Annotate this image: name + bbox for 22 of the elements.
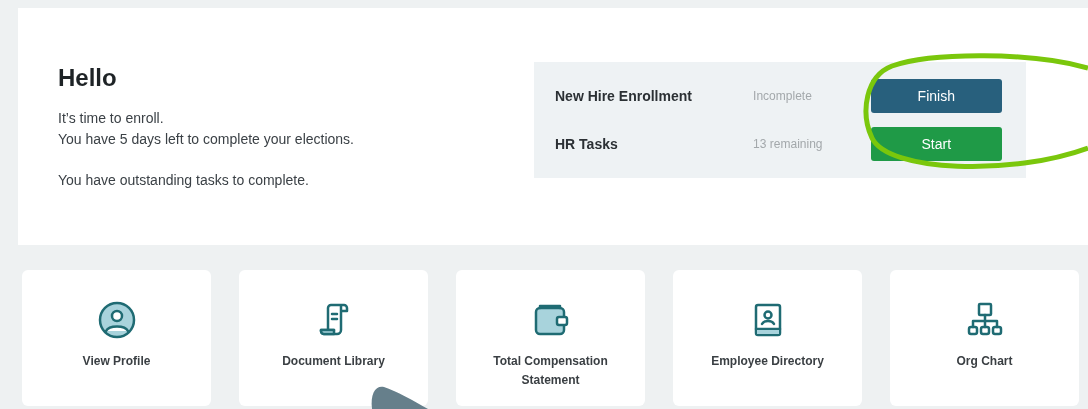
shortcut-tile[interactable]: Employee Directory xyxy=(673,270,862,406)
finish-button[interactable]: Finish xyxy=(870,79,1002,113)
tasks-message: You have outstanding tasks to complete. xyxy=(58,171,310,190)
tile-label: Employee Directory xyxy=(710,353,825,370)
task-name: HR Tasks xyxy=(555,134,619,154)
shortcut-tile[interactable]: View Profile xyxy=(22,270,211,406)
user-circle-icon xyxy=(96,300,137,340)
greeting-title: Hello xyxy=(58,63,118,93)
task-name: New Hire Enrollment xyxy=(555,86,693,106)
tile-label: Org Chart xyxy=(955,353,1014,370)
start-button[interactable]: Start xyxy=(870,127,1002,161)
shortcut-tile[interactable]: Total Compensation Statement xyxy=(456,270,645,406)
tile-label: Document Library xyxy=(281,353,386,370)
tile-label: Total Compensation Statement xyxy=(492,353,609,389)
pointer-shape xyxy=(370,385,430,409)
tile-label: View Profile xyxy=(81,353,152,370)
enroll-message: You have 5 days left to complete your elections. xyxy=(58,130,354,149)
task-status: Incomplete xyxy=(753,88,813,105)
shortcut-tile[interactable]: Org Chart xyxy=(890,270,1079,406)
shortcut-tile[interactable]: Document Library xyxy=(239,270,428,406)
enroll-message: It’s time to enroll. xyxy=(58,109,165,128)
task-status: 13 remaining xyxy=(753,136,824,153)
